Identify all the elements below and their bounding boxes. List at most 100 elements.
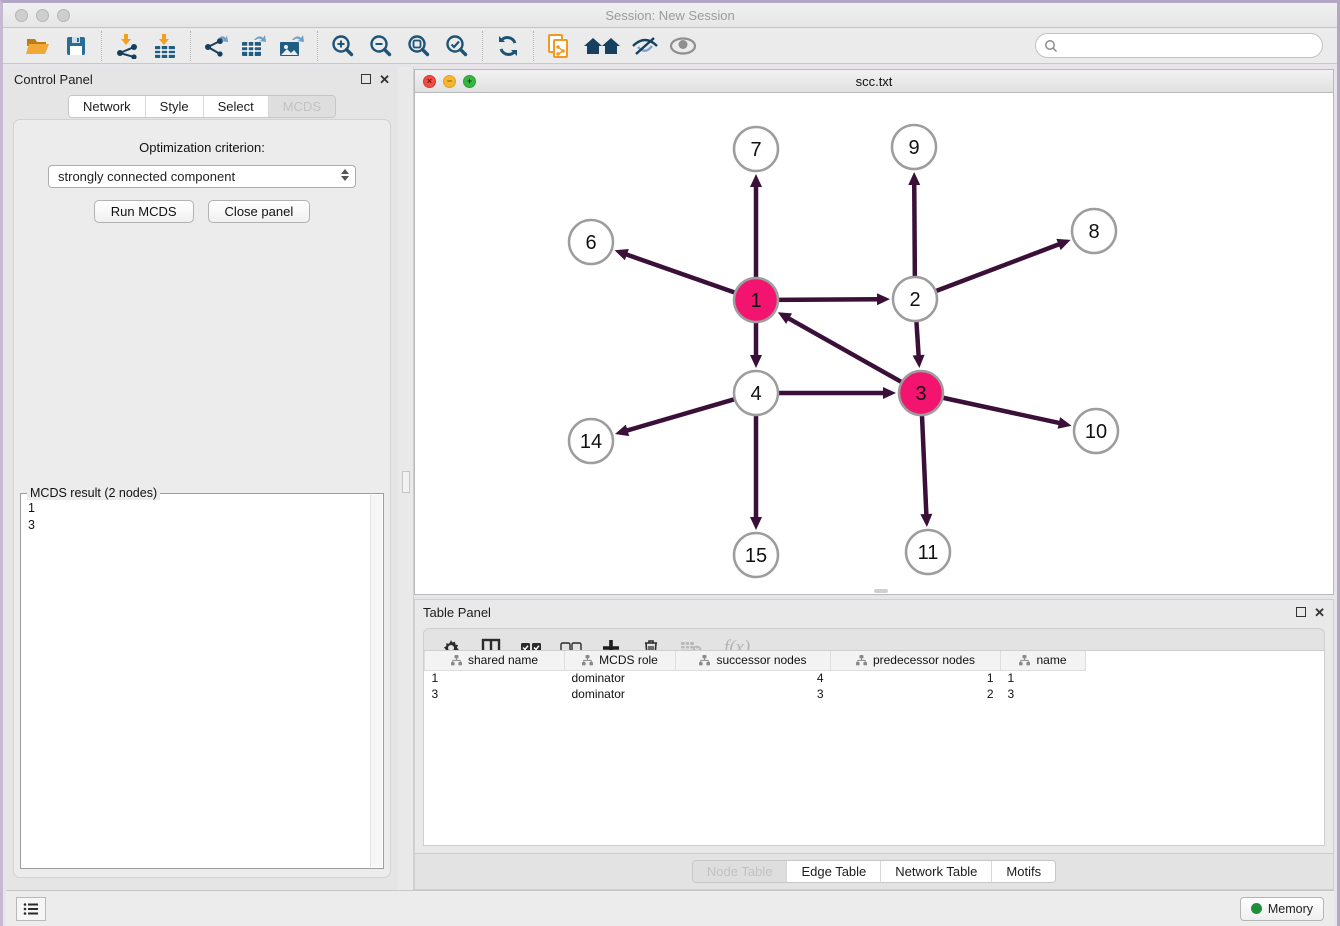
- network-window: × − + scc.txt 7968124314101511: [414, 69, 1334, 595]
- edge-arrowhead: [615, 425, 629, 437]
- column-header-predecessor-nodes[interactable]: predecessor nodes: [831, 651, 1001, 670]
- close-panel-button[interactable]: Close panel: [208, 200, 311, 223]
- search-input[interactable]: [1058, 38, 1322, 53]
- cell-MCDS-role[interactable]: dominator: [565, 686, 676, 702]
- graph-node-label-11: 11: [918, 542, 939, 564]
- network-window-title: scc.txt: [415, 74, 1333, 89]
- clone-network-icon[interactable]: [542, 31, 576, 61]
- search-icon: [1044, 39, 1058, 53]
- cell-shared-name[interactable]: 1: [425, 670, 565, 686]
- tab-motifs[interactable]: Motifs: [992, 861, 1055, 882]
- network-canvas[interactable]: 7968124314101511: [415, 93, 1333, 594]
- cell-successor-nodes[interactable]: 4: [676, 670, 831, 686]
- edge-2-8[interactable]: [934, 244, 1061, 292]
- graph-node-label-1: 1: [750, 290, 761, 312]
- dropdown-arrows-icon: [341, 169, 349, 181]
- tab-select[interactable]: Select: [204, 96, 269, 117]
- network-window-resize-handle[interactable]: [874, 589, 888, 593]
- tab-node-table[interactable]: Node Table: [693, 861, 788, 882]
- export-image-icon[interactable]: [275, 31, 309, 61]
- mcds-result-item: 3: [28, 517, 383, 534]
- zoom-selected-icon[interactable]: [440, 31, 474, 61]
- tab-edge-table[interactable]: Edge Table: [787, 861, 881, 882]
- column-header-MCDS-role[interactable]: MCDS role: [565, 651, 676, 670]
- column-header-successor-nodes[interactable]: successor nodes: [676, 651, 831, 670]
- criterion-dropdown[interactable]: strongly connected component: [48, 165, 356, 188]
- network-window-titlebar[interactable]: × − + scc.txt: [415, 70, 1333, 93]
- status-bar: Memory: [6, 890, 1334, 926]
- edge-1-2[interactable]: [776, 299, 879, 300]
- home-layout-icon[interactable]: [580, 31, 624, 61]
- graph-node-label-10: 10: [1085, 421, 1107, 443]
- graph-node-label-4: 4: [750, 383, 761, 405]
- import-table-icon[interactable]: [148, 31, 182, 61]
- tab-mcds[interactable]: MCDS: [269, 96, 335, 117]
- memory-label: Memory: [1268, 902, 1313, 916]
- cell-name[interactable]: 1: [1001, 670, 1086, 686]
- edge-4-14[interactable]: [626, 399, 737, 431]
- tab-style[interactable]: Style: [146, 96, 204, 117]
- edge-arrowhead: [750, 174, 762, 187]
- splitter-grip[interactable]: [402, 471, 410, 493]
- control-panel-tabs: NetworkStyleSelectMCDS: [68, 95, 336, 118]
- edge-3-1[interactable]: [787, 318, 903, 384]
- open-session-icon[interactable]: [21, 31, 55, 61]
- control-panel-title: Control Panel: [14, 72, 93, 87]
- column-type-icon: [1019, 655, 1030, 666]
- edge-1-6[interactable]: [625, 254, 737, 293]
- column-header-name[interactable]: name: [1001, 651, 1086, 670]
- memory-button[interactable]: Memory: [1240, 897, 1324, 921]
- edge-arrowhead: [908, 172, 920, 185]
- table-row[interactable]: 3dominator323: [425, 686, 1100, 702]
- edge-arrowhead: [883, 387, 896, 399]
- cell-MCDS-role[interactable]: dominator: [565, 670, 676, 686]
- result-scrollbar[interactable]: [370, 495, 382, 867]
- edge-arrowhead: [750, 355, 762, 368]
- refresh-view-icon[interactable]: [491, 31, 525, 61]
- edge-arrowhead: [1058, 417, 1072, 429]
- cell-successor-nodes[interactable]: 3: [676, 686, 831, 702]
- zoom-out-icon[interactable]: [364, 31, 398, 61]
- cell-predecessor-nodes[interactable]: 2: [831, 686, 1001, 702]
- mcds-result-box: MCDS result (2 nodes) 13: [20, 493, 384, 869]
- task-history-button[interactable]: [16, 897, 46, 921]
- edge-3-11[interactable]: [922, 413, 927, 516]
- hide-selected-icon[interactable]: [628, 31, 662, 61]
- graph-node-label-2: 2: [909, 289, 920, 311]
- network-graph[interactable]: 7968124314101511: [415, 93, 1333, 594]
- float-panel-icon[interactable]: [361, 74, 371, 84]
- zoom-fit-icon[interactable]: [402, 31, 436, 61]
- table-panel-title: Table Panel: [423, 605, 491, 620]
- edge-arrowhead: [750, 517, 762, 530]
- tab-network-table[interactable]: Network Table: [881, 861, 992, 882]
- node-table[interactable]: shared nameMCDS rolesuccessor nodesprede…: [423, 650, 1325, 846]
- control-panel: Control Panel ✕ NetworkStyleSelectMCDS O…: [6, 67, 398, 890]
- table-row[interactable]: 1dominator411: [425, 670, 1100, 686]
- graph-node-label-3: 3: [915, 383, 926, 405]
- cell-name[interactable]: 3: [1001, 686, 1086, 702]
- tab-network[interactable]: Network: [69, 96, 146, 117]
- cell-shared-name[interactable]: 3: [425, 686, 565, 702]
- table-tabs: Node TableEdge TableNetwork TableMotifs: [692, 860, 1056, 883]
- column-header-shared-name[interactable]: shared name: [425, 651, 565, 670]
- close-panel-icon[interactable]: ✕: [379, 73, 390, 86]
- export-network-icon[interactable]: [199, 31, 233, 61]
- search-field[interactable]: [1035, 33, 1323, 58]
- panel-splitter[interactable]: [398, 67, 414, 890]
- graph-node-label-6: 6: [585, 232, 596, 254]
- import-network-icon[interactable]: [110, 31, 144, 61]
- graph-node-label-15: 15: [745, 545, 767, 567]
- show-all-icon[interactable]: [666, 31, 700, 61]
- export-table-icon[interactable]: [237, 31, 271, 61]
- zoom-in-icon[interactable]: [326, 31, 360, 61]
- save-session-icon[interactable]: [59, 31, 93, 61]
- edge-2-3[interactable]: [916, 319, 918, 357]
- edge-3-10[interactable]: [941, 397, 1061, 423]
- table-float-icon[interactable]: [1296, 607, 1306, 617]
- mcds-panel: Optimization criterion: strongly connect…: [13, 119, 391, 878]
- table-close-icon[interactable]: ✕: [1314, 606, 1325, 619]
- run-mcds-button[interactable]: Run MCDS: [94, 200, 194, 223]
- cell-predecessor-nodes[interactable]: 1: [831, 670, 1001, 686]
- edge-arrowhead: [1056, 239, 1070, 250]
- edge-2-9[interactable]: [914, 183, 915, 279]
